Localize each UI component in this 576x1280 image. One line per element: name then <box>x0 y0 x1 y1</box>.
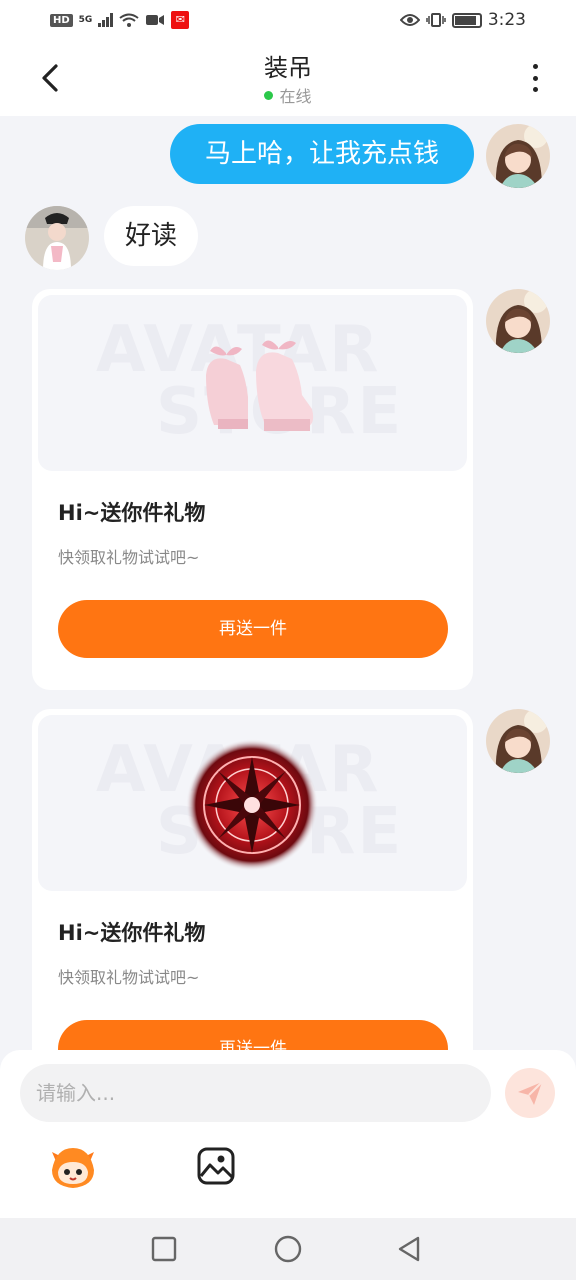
girl-avatar-icon <box>486 124 550 188</box>
my-avatar[interactable] <box>486 124 550 188</box>
send-icon <box>518 1081 543 1105</box>
vibrate-icon <box>426 13 446 27</box>
online-label: 在线 <box>279 87 312 106</box>
status-left: HD 5G ✉ <box>50 11 190 29</box>
message-input[interactable] <box>20 1064 491 1122</box>
my-avatar[interactable] <box>486 289 550 353</box>
gift-subtitle: 快领取礼物试试吧~ <box>58 548 200 567</box>
gift-title: Hi~送你件礼物 <box>58 501 206 525</box>
recent-apps-button[interactable] <box>148 1233 180 1265</box>
contact-avatar-icon <box>25 206 89 270</box>
gift-subtitle: 快领取礼物试试吧~ <box>58 968 200 987</box>
home-button[interactable] <box>272 1233 304 1265</box>
contact-name: 装吊 <box>264 54 312 82</box>
gift-title: Hi~送你件礼物 <box>58 921 206 945</box>
wifi-icon <box>119 13 139 27</box>
status-bar: HD 5G ✉ 3:23 <box>0 0 576 40</box>
more-options-button[interactable] <box>520 60 550 96</box>
signal-icon <box>98 13 114 27</box>
my-avatar[interactable] <box>486 709 550 773</box>
gift-image-area: AVATAR STORE <box>38 715 467 891</box>
my-message-bubble[interactable]: 马上哈，让我充点钱 <box>170 124 474 184</box>
gift-card[interactable]: AVATAR STORE Hi~送你件礼物 快领取礼物试试吧~ 再送一件 <box>32 289 473 690</box>
online-dot-icon <box>264 90 274 100</box>
back-nav-button[interactable] <box>393 1233 425 1265</box>
pink-shoes-icon <box>206 340 314 431</box>
more-dot-icon <box>532 87 538 92</box>
chat-header: 装吊 在线 <box>0 40 576 116</box>
online-status: 在线 <box>0 83 576 107</box>
video-icon <box>146 15 165 25</box>
hd-badge: HD <box>50 13 73 27</box>
eye-icon <box>399 14 420 26</box>
system-nav-bar <box>0 1218 576 1280</box>
more-dot-icon <box>532 75 538 81</box>
mascot-emoji-icon[interactable] <box>48 1144 98 1190</box>
image-picker-icon[interactable] <box>196 1146 236 1186</box>
network-type: 5G <box>78 15 93 25</box>
send-another-button[interactable]: 再送一件 <box>58 600 448 658</box>
gift-card[interactable]: AVATAR STORE Hi~送你件礼物 快领取礼物试试吧~ 再送一件 <box>32 709 473 1069</box>
contact-avatar[interactable] <box>25 206 89 270</box>
app-notification-icon: ✉ <box>171 11 190 29</box>
clock: 3:23 <box>487 10 526 30</box>
girl-avatar-icon <box>486 289 550 353</box>
send-button[interactable] <box>505 1068 555 1118</box>
more-dot-icon <box>532 64 538 69</box>
gift-image-area: AVATAR STORE <box>38 295 467 471</box>
girl-avatar-icon <box>486 709 550 773</box>
battery-icon <box>451 12 482 28</box>
red-magic-circle-icon <box>186 739 318 871</box>
contact-message-bubble[interactable]: 好读 <box>104 206 198 266</box>
message-input-area <box>0 1050 576 1218</box>
status-right: 3:23 <box>399 10 526 30</box>
